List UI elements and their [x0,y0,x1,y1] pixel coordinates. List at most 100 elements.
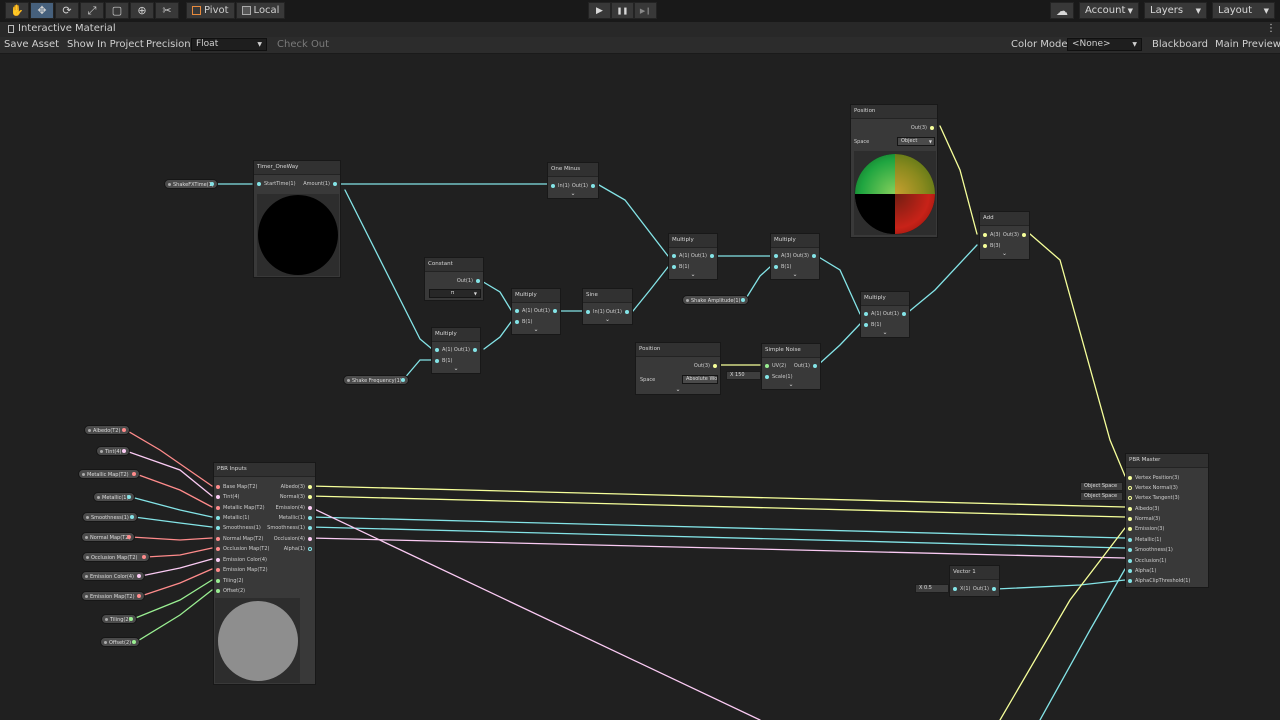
output-port-smoothness[interactable]: Smoothness(1) [267,525,312,531]
input-port-a[interactable]: A(1) [515,308,533,314]
node-add[interactable]: Add A(3) B(3) Out(3) ⌄ [979,211,1030,260]
input-port-a[interactable]: A(3) [774,253,792,259]
node-position-object[interactable]: Position Out(3) Space Object ▼ [850,104,938,238]
node-vector1[interactable]: Vector 1 X(1) Out(1) [949,565,1000,597]
node-constant[interactable]: Constant Out(1) π ▼ [424,257,484,301]
space-dropdown[interactable]: Object ▼ [897,137,935,146]
output-port[interactable] [137,574,141,578]
property-shake-fx-time[interactable]: ShakeFXTime(1) [164,179,218,189]
input-port-vertex-normal[interactable]: Vertex Normal(3) [1128,485,1178,491]
input-port-b[interactable]: B(1) [672,264,690,270]
input-port-start-time[interactable]: StartTime(1) [257,181,296,187]
output-port-out[interactable]: Out(1) [454,347,477,353]
output-port-normal[interactable]: Normal(3) [280,494,312,500]
input-port-metallic[interactable]: Metallic(1) [1128,537,1161,543]
input-port-occlusion-map[interactable]: Occlusion Map(T2) [216,546,270,552]
node-pbr-master[interactable]: PBR Master Vertex Position(3) Vertex Nor… [1125,453,1209,588]
input-port-a[interactable]: A(1) [864,311,882,317]
input-port-base-map[interactable]: Base Map(T2) [216,484,257,490]
output-port-amount[interactable]: Amount(1) [303,181,337,187]
output-port-out[interactable]: Out(1) [794,363,817,369]
input-port-tint[interactable]: Tint(4) [216,494,240,500]
node-position-absolute[interactable]: Position Out(3) Space Absolute Wo ⌄ [635,342,721,395]
output-port[interactable] [132,472,136,476]
input-port-occlusion[interactable]: Occlusion(1) [1128,558,1166,564]
output-port[interactable] [130,515,134,519]
node-multiply-noise[interactable]: Multiply A(1) B(1) Out(1) ⌄ [860,291,910,338]
input-port-emission-color[interactable]: Emission Color(4) [216,557,267,563]
output-port-metallic[interactable]: Metallic(1) [279,515,312,521]
output-port[interactable] [210,182,214,186]
property-metallic-map[interactable]: Metallic Map(T2) [78,469,140,479]
output-port[interactable] [741,298,745,302]
node-simple-noise[interactable]: Simple Noise UV(2) Scale(1) Out(1) ⌄ [761,343,821,390]
property-occlusion-map[interactable]: Occlusion Map(T2) [82,552,150,562]
node-multiply-pi[interactable]: Multiply A(1) B(1) Out(1) ⌄ [511,288,561,335]
property-tiling[interactable]: Tiling(2) [101,614,137,624]
property-shake-amplitude[interactable]: Shake Amplitude(1) [682,295,749,305]
collapse-chevron-icon[interactable]: ⌄ [762,381,820,388]
input-port-emission-map[interactable]: Emission Map(T2) [216,567,268,573]
input-port-a[interactable]: A(1) [672,253,690,259]
property-emission-map[interactable]: Emission Map(T2) [81,591,145,601]
output-port-emission[interactable]: Emission(4) [276,505,312,511]
input-port-metallic-map[interactable]: Metallic Map(T2) [216,505,265,511]
output-port[interactable] [142,555,146,559]
input-port-in[interactable]: In(1) [551,183,570,189]
collapse-chevron-icon[interactable]: ⌄ [636,386,720,393]
input-port-alpha[interactable]: Alpha(1) [1128,568,1156,574]
input-port-b[interactable]: B(3) [983,243,1001,249]
collapse-chevron-icon[interactable]: ⌄ [669,271,717,278]
collapse-chevron-icon[interactable]: ⌄ [548,190,598,197]
output-port[interactable] [127,495,131,499]
node-pbr-inputs[interactable]: PBR Inputs Base Map(T2) Tint(4) Metallic… [213,462,316,685]
input-port-scale[interactable]: Scale(1) [765,374,793,380]
property-emission-color[interactable]: Emission Color(4) [81,571,145,581]
output-port[interactable] [129,617,133,621]
input-port-alpha-clip[interactable]: AlphaClipThreshold(1) [1128,578,1190,584]
property-normal-map[interactable]: Normal Map(T2) [81,532,135,542]
output-port-out[interactable]: Out(3) [911,125,934,131]
node-multiply-frequency[interactable]: Multiply A(1) B(1) Out(1) ⌄ [431,327,481,374]
output-port-albedo[interactable]: Albedo(3) [281,484,312,490]
collapse-chevron-icon[interactable]: ⌄ [583,316,632,323]
input-port-vertex-position[interactable]: Vertex Position(3) [1128,475,1179,481]
input-port-emission[interactable]: Emission(3) [1128,526,1164,532]
property-tint[interactable]: Tint(4) [96,446,130,456]
property-albedo[interactable]: Albedo(T2) [84,425,130,435]
input-port-x[interactable]: X(1) [953,586,971,592]
input-port-b[interactable]: B(1) [515,319,533,325]
input-port-b[interactable]: B(1) [864,322,882,328]
input-port-a[interactable]: A(1) [435,347,453,353]
collapse-chevron-icon[interactable]: ⌄ [512,326,560,333]
input-port-uv[interactable]: UV(2) [765,363,786,369]
vector1-value-field[interactable]: X 0.5 [915,584,949,593]
output-port-out[interactable]: Out(3) [793,253,816,259]
node-sine[interactable]: Sine In(1) Out(1) ⌄ [582,288,633,325]
input-port-albedo[interactable]: Albedo(3) [1128,506,1159,512]
vertex-tangent-space-tag[interactable]: Object Space [1080,492,1123,501]
output-port-out[interactable]: Out(3) [1003,232,1026,238]
output-port-out[interactable]: Out(1) [606,309,629,315]
input-port-in[interactable]: In(1) [586,309,605,315]
constant-dropdown[interactable]: π ▼ [429,289,481,298]
input-port-smoothness[interactable]: Smoothness(1) [216,525,261,531]
node-timer-oneway[interactable]: Timer_OneWay StartTime(1) Amount(1) [253,160,341,278]
property-metallic[interactable]: Metallic(1) [93,492,135,502]
output-port-out[interactable]: Out(1) [457,278,480,284]
output-port[interactable] [127,535,131,539]
output-port-out[interactable]: Out(1) [691,253,714,259]
vertex-normal-space-tag[interactable]: Object Space [1080,482,1123,491]
property-smoothness[interactable]: Smoothness(1) [82,512,138,522]
input-port-smoothness[interactable]: Smoothness(1) [1128,547,1173,553]
input-port-normal[interactable]: Normal(3) [1128,516,1160,522]
output-port-out[interactable]: Out(1) [883,311,906,317]
collapse-chevron-icon[interactable]: ⌄ [771,271,819,278]
input-port-offset[interactable]: Offset(2) [216,588,245,594]
output-port-occlusion[interactable]: Occlusion(4) [274,536,312,542]
output-port[interactable] [122,428,126,432]
output-port[interactable] [132,640,136,644]
input-port-metallic[interactable]: Metallic(1) [216,515,249,521]
property-offset[interactable]: Offset(2) [100,637,140,647]
node-one-minus[interactable]: One Minus In(1) Out(1) ⌄ [547,162,599,199]
